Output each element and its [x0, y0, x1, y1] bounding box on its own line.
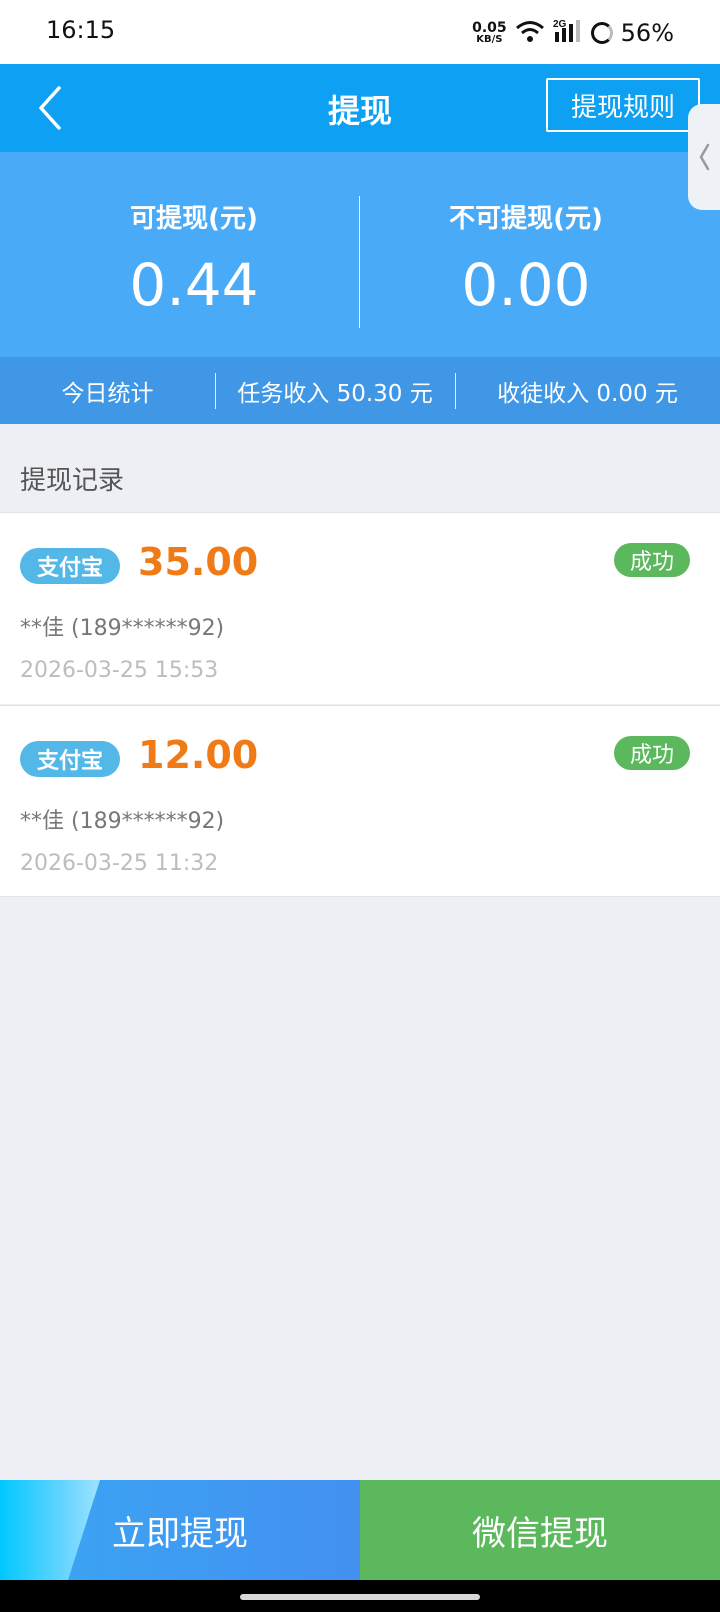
battery-level: 56%: [620, 18, 674, 47]
payment-method-badge: 支付宝: [20, 741, 120, 777]
signal-icon: 2G: [553, 18, 583, 47]
net-speed: 0.05 KB/S: [472, 21, 507, 45]
withdraw-now-button[interactable]: 立即提现: [0, 1480, 360, 1580]
status-icons: 0.05 KB/S 2G 56%: [472, 18, 674, 47]
wifi-icon: [515, 19, 545, 47]
record-account: **佳 (189******92): [20, 809, 225, 834]
record-item[interactable]: 支付宝 35.00 成功 **佳 (189******92) 2026-03-2…: [0, 512, 720, 704]
record-time: 2026-03-25 11:32: [20, 851, 219, 876]
apprentice-income: 收徒收入 0.00 元: [497, 380, 678, 407]
available-balance: 可提现(元) 0.44: [14, 198, 374, 319]
available-label: 可提现(元): [130, 204, 258, 234]
unavailable-value: 0.00: [461, 251, 591, 319]
battery-icon: [590, 21, 613, 44]
records-title: 提现记录: [20, 466, 125, 496]
home-gesture-handle[interactable]: [240, 1594, 480, 1600]
status-time: 16:15: [46, 16, 116, 44]
header: 提现 提现规则: [0, 64, 720, 152]
status-badge: 成功: [614, 543, 690, 577]
status-badge: 成功: [614, 736, 690, 770]
wechat-withdraw-button[interactable]: 微信提现: [360, 1480, 720, 1580]
withdraw-now-label: 立即提现: [112, 1513, 248, 1554]
unavailable-label: 不可提现(元): [449, 204, 603, 234]
balance-panel: 可提现(元) 0.44 不可提现(元) 0.00: [0, 152, 720, 357]
net-speed-value: 0.05: [472, 19, 507, 36]
record-account: **佳 (189******92): [20, 616, 225, 641]
chevron-left-icon: [699, 143, 710, 171]
today-stats-bar: 今日统计 任务收入 50.30 元 收徒收入 0.00 元: [0, 357, 720, 424]
net-speed-unit: KB/S: [476, 33, 503, 45]
today-stats-label: 今日统计: [61, 380, 154, 407]
task-income: 任务收入 50.30 元: [237, 380, 433, 407]
record-item[interactable]: 支付宝 12.00 成功 **佳 (189******92) 2026-03-2…: [0, 705, 720, 897]
payment-method-badge: 支付宝: [20, 548, 120, 584]
status-bar: 16:15 0.05 KB/S 2G 56%: [0, 0, 720, 64]
withdraw-rules-button[interactable]: 提现规则: [546, 78, 700, 132]
wechat-withdraw-label: 微信提现: [472, 1513, 608, 1554]
available-value: 0.44: [129, 251, 259, 319]
record-amount: 35.00: [138, 540, 259, 584]
side-drawer-tab[interactable]: [688, 104, 720, 210]
record-time: 2026-03-25 15:53: [20, 658, 219, 683]
system-nav-bar: [0, 1580, 720, 1612]
unavailable-balance: 不可提现(元) 0.00: [346, 198, 706, 319]
record-amount: 12.00: [138, 733, 259, 777]
